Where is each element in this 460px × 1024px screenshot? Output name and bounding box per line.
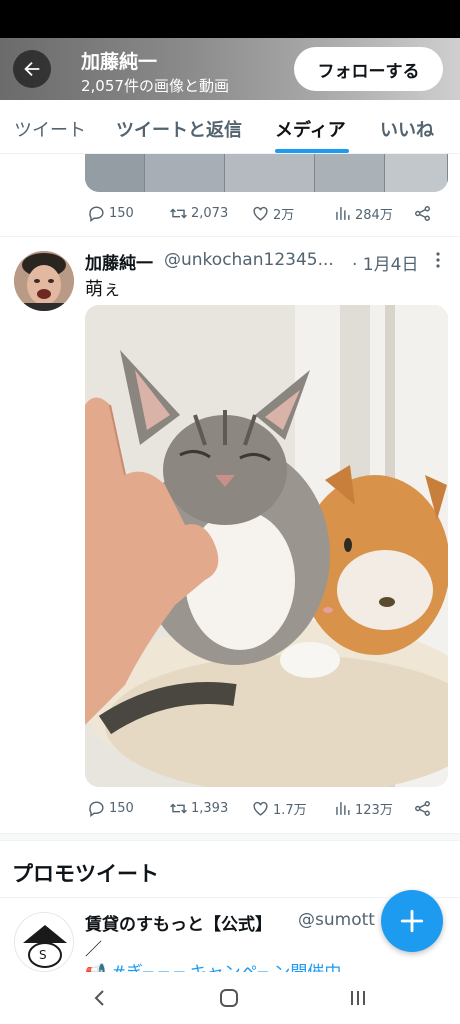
- promoted-section-title: プロモツイート: [12, 862, 159, 886]
- tab-tweets-replies[interactable]: ツイートと返信: [116, 116, 242, 142]
- user-avatar-icon: [14, 251, 74, 311]
- views-button[interactable]: 284万: [333, 204, 393, 223]
- media-count: 2,057件の画像と動画: [81, 77, 229, 95]
- promo-text-line: ／: [85, 940, 102, 960]
- reply-icon: [89, 206, 104, 223]
- tweet-text: 萌ぇ: [85, 279, 121, 300]
- nav-recents-icon[interactable]: [346, 986, 370, 1010]
- like-count: 1.7万: [273, 803, 307, 818]
- heart-icon: [253, 801, 268, 816]
- profile-header: 加藤純一 2,057件の画像と動画 フォローする: [0, 38, 460, 100]
- tweet-author-handle[interactable]: @unkochan12345...: [164, 250, 344, 270]
- tweet-date[interactable]: · 1月4日: [352, 250, 418, 275]
- retweet-icon: [170, 803, 187, 814]
- cats-photo: [85, 305, 448, 787]
- promo-author-name[interactable]: 賃貸のすもっと【公式】: [85, 910, 272, 935]
- previous-tweet-media[interactable]: [85, 154, 448, 192]
- promo-campaign-link[interactable]: 📢 #ぎ─ ─ ─ キャンペ─ ン開催中: [85, 958, 405, 972]
- heart-icon: [253, 206, 268, 221]
- retweet-button[interactable]: 2,073: [169, 204, 228, 223]
- more-icon[interactable]: [430, 251, 446, 269]
- reply-icon: [89, 801, 104, 818]
- retweet-icon: [170, 208, 187, 219]
- back-button[interactable]: [13, 50, 51, 88]
- retweet-count: 1,393: [191, 801, 229, 816]
- plus-icon: [400, 909, 424, 933]
- tab-likes[interactable]: いいね: [380, 116, 434, 142]
- views-count: 123万: [355, 803, 393, 818]
- like-count: 2万: [273, 208, 295, 223]
- prev-tweet-actions: 150 2,073 2万 284万: [85, 204, 440, 228]
- promo-avatar[interactable]: S: [14, 912, 74, 972]
- like-button[interactable]: 1.7万: [251, 799, 307, 818]
- profile-name: 加藤純一: [81, 51, 158, 73]
- tweet-actions: 150 1,393 1.7万 123万: [85, 799, 440, 823]
- nav-home-icon[interactable]: [217, 986, 241, 1010]
- follow-button[interactable]: フォローする: [294, 47, 443, 91]
- bar-chart-icon: [336, 802, 350, 815]
- retweet-count: 2,073: [191, 206, 229, 221]
- svg-text:S: S: [39, 948, 47, 962]
- reply-button[interactable]: 150: [87, 204, 134, 223]
- avatar[interactable]: [14, 251, 74, 311]
- compose-tweet-button[interactable]: [381, 890, 443, 952]
- arrow-left-icon: [24, 61, 40, 77]
- tweet-divider: [0, 236, 460, 237]
- retweet-button[interactable]: 1,393: [169, 799, 228, 818]
- reply-count: 150: [109, 801, 134, 816]
- reply-count: 150: [109, 206, 134, 221]
- reply-button[interactable]: 150: [87, 799, 134, 818]
- share-button[interactable]: [413, 799, 432, 818]
- share-icon: [415, 206, 430, 221]
- tweet-photo[interactable]: [85, 305, 448, 787]
- tab-media[interactable]: メディア: [275, 116, 346, 142]
- brand-logo-icon: S: [15, 913, 73, 971]
- active-tab-indicator: [275, 149, 349, 153]
- profile-tabs: ツイート ツイートと返信 メディア いいね: [0, 100, 460, 154]
- section-divider: [0, 833, 460, 841]
- views-count: 284万: [355, 208, 393, 223]
- tweet-author-name[interactable]: 加藤純一: [85, 249, 153, 274]
- status-bar: [0, 0, 460, 38]
- nav-back-icon[interactable]: [88, 986, 112, 1010]
- share-icon: [415, 801, 430, 816]
- like-button[interactable]: 2万: [251, 204, 294, 223]
- system-nav-bar: [0, 972, 460, 1024]
- views-button[interactable]: 123万: [333, 799, 393, 818]
- bar-chart-icon: [336, 207, 350, 220]
- tab-tweets[interactable]: ツイート: [14, 116, 86, 142]
- share-button[interactable]: [413, 204, 432, 223]
